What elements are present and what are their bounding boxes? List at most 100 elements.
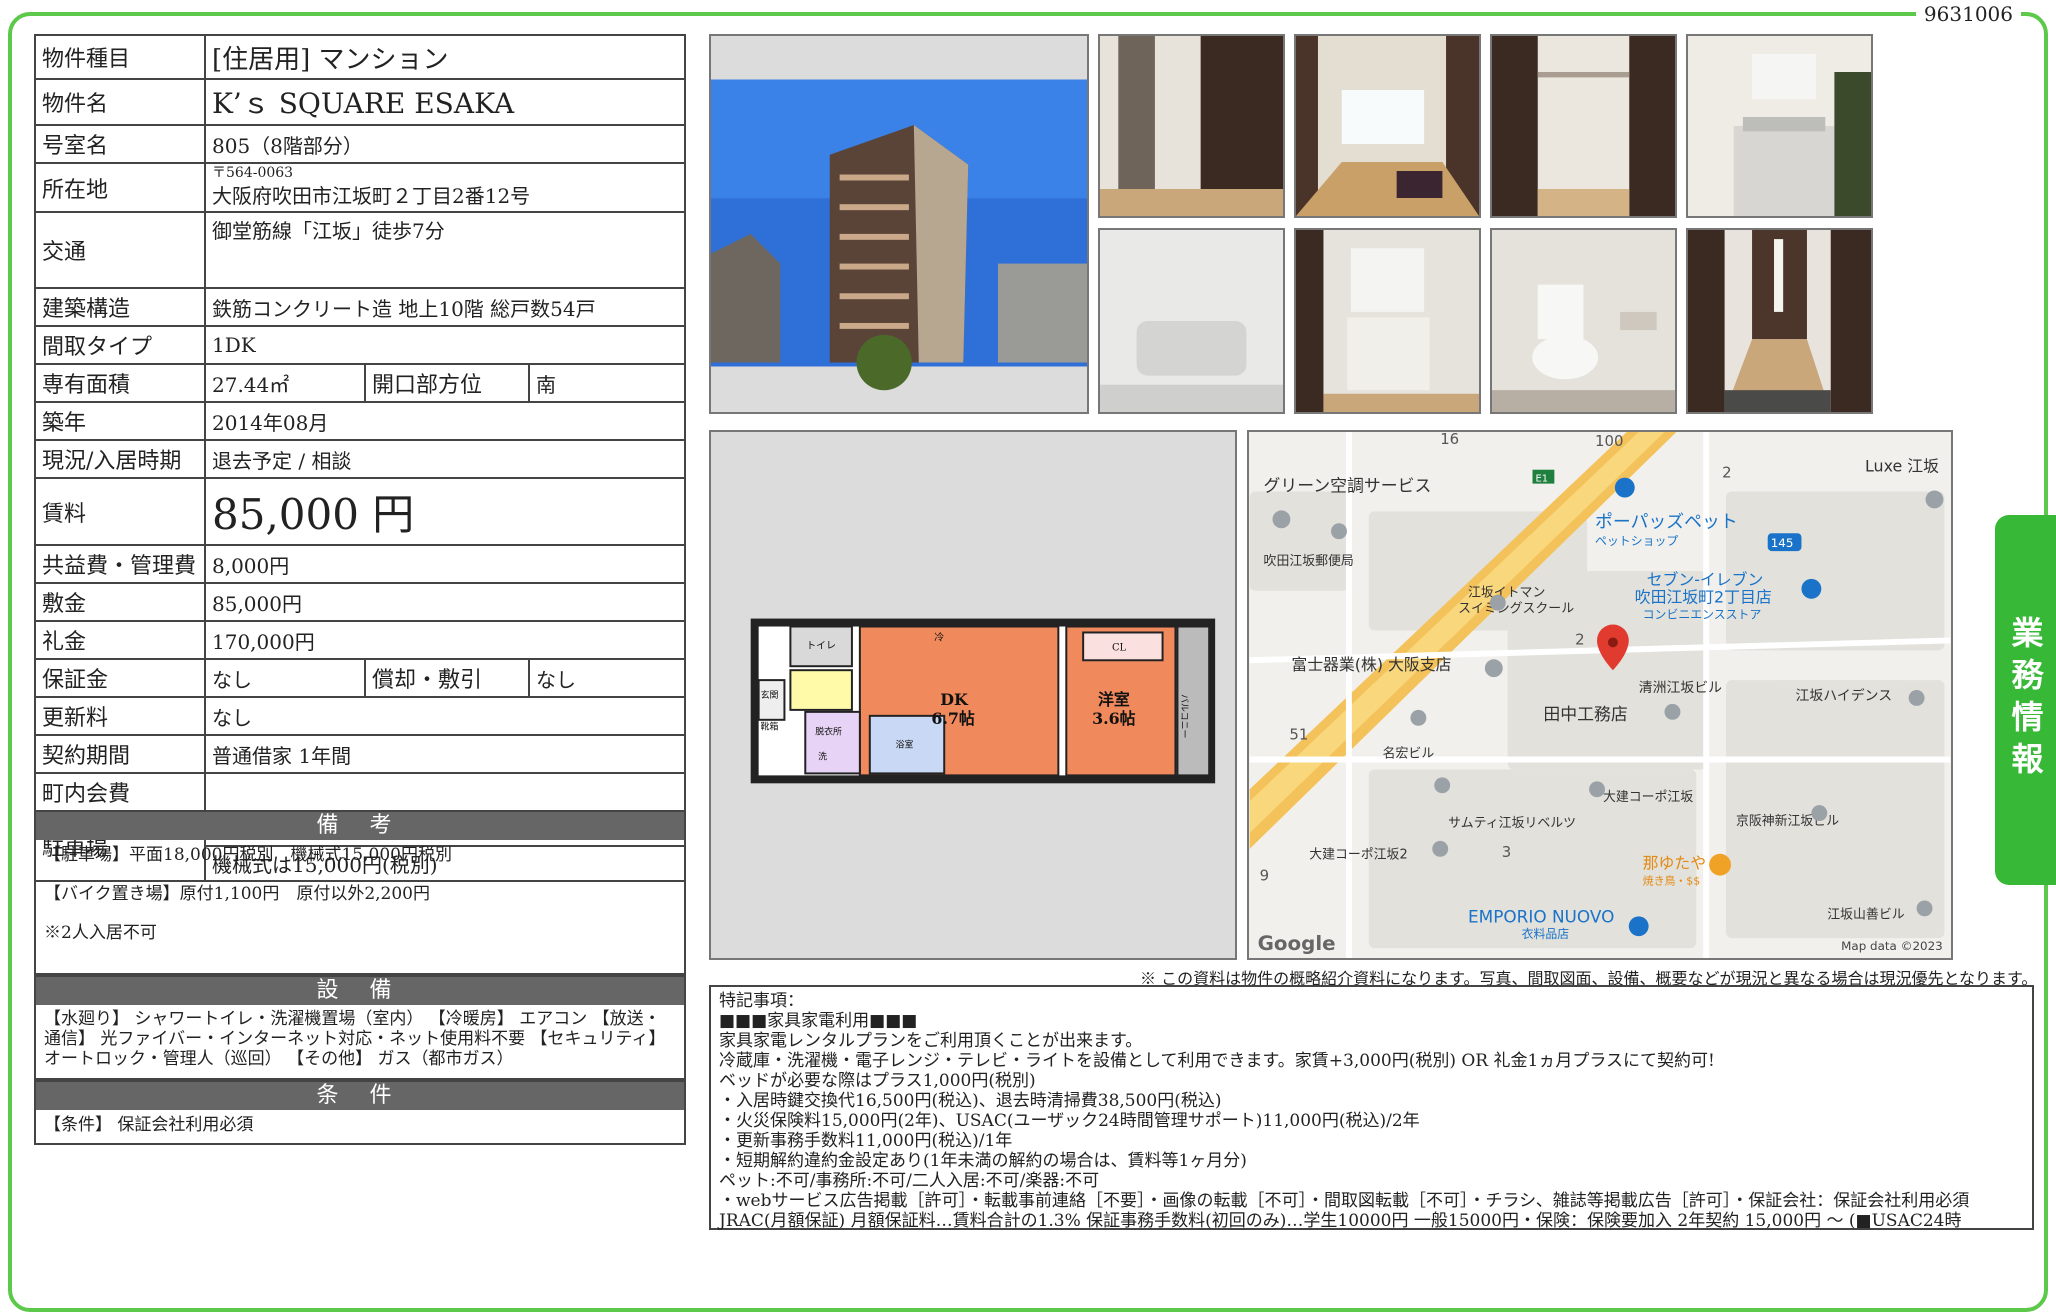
label-fee: 共益費・管理費	[34, 544, 206, 584]
special-line: ・短期解約違約金設定あり(1年未満の解約の場合は、賃料等1ヶ月分)	[719, 1151, 1247, 1171]
interior-photo	[1294, 34, 1481, 218]
special-line: 特記事項：	[719, 991, 804, 1011]
special-line: ベッドが必要な際はプラス1,000円(税別)	[719, 1071, 1036, 1091]
google-logo: Google	[1258, 932, 1336, 955]
building-photo	[709, 34, 1089, 414]
value-rent: 85,000 円	[204, 477, 686, 546]
closet-label: CL	[1112, 642, 1127, 653]
label-built: 築年	[34, 401, 206, 441]
special-line: ・火災保険料15,000円(2年)、USAC(ユーザック24時間管理サポート)1…	[719, 1111, 1420, 1131]
label-deposit: 敷金	[34, 582, 206, 622]
map-label: サムティ江坂リベルツ	[1448, 816, 1576, 831]
convenience-store-icon	[1801, 578, 1822, 599]
map-number: 51	[1289, 726, 1308, 744]
store-marker-icon	[1628, 916, 1649, 937]
remark-line: 【駐車場】平面18,000円税別 機械式15,000円税別	[44, 845, 452, 865]
toilet-label: トイレ	[806, 640, 836, 651]
map-label: スイミングスクール	[1458, 602, 1574, 617]
floor-plan: DK 6.7帖 洋室 3.6帖 トイレ 浴室 脱衣所 玄関 靴箱 CL 冷 洗 …	[709, 430, 1237, 960]
value-layout: 1DK	[204, 325, 686, 365]
conditions-text: 【条件】 保証会社利用必須	[44, 1115, 254, 1135]
label-area: 専有面積	[34, 363, 206, 403]
label-rent: 賃料	[34, 477, 206, 546]
label-access: 交通	[34, 211, 206, 289]
special-line: ■■■家具家電利用■■■	[719, 1011, 918, 1031]
map-label: 衣料品店	[1522, 927, 1570, 941]
value-structure: 鉄筋コンクリート造 地上10階 総戸数54戸	[204, 287, 686, 327]
entrance-label: 玄関	[761, 689, 779, 701]
remark-line: 【バイク置き場】原付1,100円 原付以外2,200円	[44, 884, 430, 904]
fridge-label: 冷	[934, 630, 944, 643]
balcony-label: バルコニー	[1178, 694, 1189, 738]
value-guarantee: なし	[204, 658, 366, 698]
special-line: 家具家電レンタルプランをご利用頂くことが出来ます。	[719, 1031, 1143, 1051]
equipment-text: 【水廻り】 シャワートイレ・洗濯機置場（室内） 【冷暖房】 エアコン 【放送・通…	[44, 1009, 666, 1069]
map-label: 大建コーポ江坂	[1603, 790, 1693, 805]
map-label: 焼き鳥・$$	[1643, 874, 1701, 888]
label-contract: 契約期間	[34, 734, 206, 774]
map-number: 2	[1575, 630, 1584, 648]
map-label: Luxe 江坂	[1865, 457, 1939, 476]
hallway-photo	[1686, 228, 1873, 414]
interior-photo	[1686, 34, 1873, 218]
business-info-tab[interactable]: 業務情報	[1995, 515, 2056, 885]
label-town: 町内会費	[34, 772, 206, 812]
washroom-label: 脱衣所	[815, 726, 842, 738]
value-address: 大阪府吹田市江坂町２丁目2番12号	[212, 184, 531, 208]
room-size: 3.6帖	[1092, 709, 1136, 728]
special-line: ・webサービス広告掲載［許可］・転載事前連絡［不要］・画像の転載［不可］・間取…	[719, 1191, 1970, 1211]
washroom-photo	[1294, 228, 1481, 414]
label-status: 現況/入居時期	[34, 439, 206, 479]
remark-line: ※2人入居不可	[44, 923, 157, 943]
bathroom-photo	[1098, 228, 1285, 414]
washer-label: 洗	[818, 751, 827, 763]
document-id: 9631006	[1915, 2, 2021, 26]
route-marker: E1	[1535, 474, 1548, 485]
map-label: グリーン空調サービス	[1264, 476, 1432, 496]
special-line: ・入居時鍵交換代16,500円(税込)、退去時清掃費38,500円(税込)	[719, 1091, 1222, 1111]
map-label: 田中工務店	[1543, 704, 1627, 724]
interior-photo	[1490, 34, 1677, 218]
value-area: 27.44㎡	[204, 363, 366, 403]
bath-label: 浴室	[896, 739, 914, 751]
map-number: 145	[1771, 536, 1794, 550]
map-label: EMPORIO NUOVO	[1468, 906, 1614, 926]
special-line: ・更新事務手数料11,000円(税込)/1年	[719, 1131, 1013, 1151]
remarks-title: 備 考	[36, 812, 684, 840]
map-label: 吹田江坂郵便局	[1264, 554, 1354, 569]
restaurant-icon	[1709, 853, 1732, 876]
equipment-panel: 設 備 【水廻り】 シャワートイレ・洗濯機置場（室内） 【冷暖房】 エアコン 【…	[34, 975, 686, 1080]
interior-photo	[1098, 34, 1285, 218]
spec-table: 物件種目 [住居用] マンション 物件名 K’ｓ SQUARE ESAKA 号室名 8…	[34, 34, 686, 882]
value-room: 805（8階部分）	[204, 124, 686, 164]
map-label: 江坂山善ビル	[1827, 906, 1904, 922]
map-attribution: Map data ©2023	[1841, 939, 1943, 953]
conditions-title: 条 件	[36, 1082, 684, 1110]
value-fee: 8,000円	[204, 544, 686, 584]
remarks-panel: 備 考 【駐車場】平面18,000円税別 機械式15,000円税別 【バイク置き…	[34, 810, 686, 975]
value-type: [住居用] マンション	[204, 34, 686, 80]
map: E1 グリーン空調サービス 吹田江坂郵便局 ポーパッズペット ペットショップ セ…	[1247, 430, 1953, 960]
label-amortization: 償却・敷引	[364, 658, 530, 698]
postal-code: 〒564-0063	[212, 165, 294, 181]
shoes-label: 靴箱	[761, 721, 779, 733]
label-name: 物件名	[34, 78, 206, 126]
value-key-money: 170,000円	[204, 620, 686, 660]
room-label: 洋室	[1098, 690, 1130, 709]
label-direction: 開口部方位	[364, 363, 530, 403]
value-access: 御堂筋線「江坂」徒歩7分	[204, 211, 686, 289]
value-renewal: なし	[204, 696, 686, 736]
map-label: ペットショップ	[1595, 534, 1678, 548]
value-built: 2014年08月	[204, 401, 686, 441]
map-number: 16	[1440, 432, 1459, 448]
map-number: 2	[1722, 464, 1731, 482]
map-number: 100	[1595, 432, 1623, 450]
map-label: 清洲江坂ビル	[1639, 680, 1722, 696]
map-label: 吹田江坂町2丁目店	[1635, 588, 1772, 607]
value-status: 退去予定 / 相談	[204, 439, 686, 479]
special-line: ペット:不可/事務所:不可/二人入居:不可/楽器:不可	[719, 1171, 1100, 1191]
map-number: 9	[1260, 867, 1269, 885]
value-amortization: なし	[528, 658, 686, 698]
property-name: K’ｓ SQUARE ESAKA	[204, 78, 686, 126]
label-address: 所在地	[34, 162, 206, 213]
